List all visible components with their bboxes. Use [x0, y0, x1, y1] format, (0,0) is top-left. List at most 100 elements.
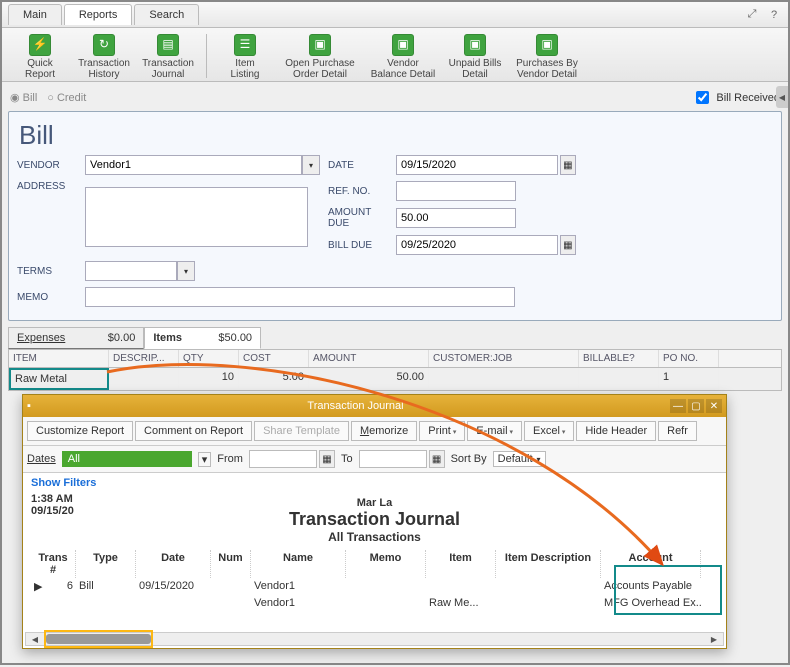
- journal-icon: ▤: [157, 34, 179, 56]
- to-date-field[interactable]: [359, 450, 427, 468]
- reports-toolbar: ⚡ QuickReport ↻ TransactionHistory ▤ Tra…: [2, 28, 788, 82]
- unpaid-bills-label: Unpaid BillsDetail: [449, 58, 502, 80]
- refresh-button[interactable]: Refr: [658, 421, 697, 441]
- date-field[interactable]: [396, 155, 558, 175]
- customize-report-button[interactable]: Customize Report: [27, 421, 133, 441]
- scroll-right-icon[interactable]: ▶: [707, 633, 721, 645]
- print-button[interactable]: Print: [419, 421, 465, 441]
- cell-qty[interactable]: 10: [179, 368, 239, 390]
- expenses-tab[interactable]: Expenses $0.00: [8, 327, 144, 349]
- report-row-1[interactable]: ▶6 Bill 09/15/2020 Vendor1 Accounts Paya…: [31, 578, 718, 595]
- cell-billable[interactable]: [579, 368, 659, 390]
- items-tab[interactable]: Items $50.00: [144, 327, 261, 349]
- cell-desc[interactable]: [109, 368, 179, 390]
- tab-search[interactable]: Search: [134, 4, 199, 25]
- hide-header-button[interactable]: Hide Header: [576, 421, 656, 441]
- maximize-icon[interactable]: ▢: [688, 399, 704, 413]
- bill-due-calendar-icon[interactable]: ▦: [560, 235, 576, 255]
- scroll-thumb[interactable]: [46, 634, 151, 644]
- transaction-history-button[interactable]: ↻ TransactionHistory: [72, 32, 136, 82]
- bill-radio[interactable]: ◉Bill: [10, 91, 37, 104]
- address-label: ADDRESS: [17, 181, 77, 192]
- cell-customer[interactable]: [429, 368, 579, 390]
- purchases-by-vendor-button[interactable]: ▣ Purchases ByVendor Detail: [507, 32, 587, 82]
- open-po-detail-button[interactable]: ▣ Open PurchaseOrder Detail: [277, 32, 363, 82]
- item-listing-icon: ☰: [234, 34, 256, 56]
- unpaid-bills-icon: ▣: [464, 34, 486, 56]
- col-type[interactable]: Type: [76, 550, 136, 578]
- expenses-tab-label: Expenses: [17, 332, 65, 344]
- bill-received-checkbox[interactable]: [696, 91, 709, 104]
- email-button[interactable]: E-mail: [467, 421, 522, 441]
- col-amount: AMOUNT: [309, 350, 429, 367]
- cell-amount[interactable]: 50.00: [309, 368, 429, 390]
- tab-main[interactable]: Main: [8, 4, 62, 25]
- items-grid-row[interactable]: Raw Metal 10 5.00 50.00 1: [8, 367, 782, 391]
- purchases-icon: ▣: [536, 34, 558, 56]
- to-label: To: [341, 453, 353, 465]
- vendor-balance-button[interactable]: ▣ VendorBalance Detail: [363, 32, 443, 82]
- scroll-left-icon[interactable]: ◀: [28, 633, 42, 645]
- to-calendar-icon[interactable]: ▦: [429, 450, 445, 468]
- credit-radio-label: Credit: [57, 92, 86, 104]
- credit-radio[interactable]: ○Credit: [47, 92, 86, 104]
- close-icon[interactable]: ✕: [706, 399, 722, 413]
- vendor-field[interactable]: [85, 155, 302, 175]
- bill-due-label: BILL DUE: [328, 240, 388, 251]
- quick-report-button[interactable]: ⚡ QuickReport: [8, 32, 72, 82]
- from-calendar-icon[interactable]: ▦: [319, 450, 335, 468]
- report-title: Transaction Journal: [31, 509, 718, 530]
- col-itemdesc[interactable]: Item Description: [496, 550, 601, 578]
- report-row-2[interactable]: Vendor1 Raw Me... MFG Overhead Ex...: [31, 595, 718, 611]
- cell-po[interactable]: 1: [659, 368, 719, 390]
- transaction-journal-button[interactable]: ▤ TransactionJournal: [136, 32, 200, 82]
- col-date[interactable]: Date: [136, 550, 211, 578]
- cell-cost[interactable]: 5.00: [239, 368, 309, 390]
- from-date-field[interactable]: [249, 450, 317, 468]
- report-subtitle: All Transactions: [31, 530, 718, 544]
- tab-reports[interactable]: Reports: [64, 4, 133, 25]
- tj-horizontal-scrollbar[interactable]: ◀ ▶: [25, 632, 724, 646]
- items-amount: $50.00: [202, 332, 252, 344]
- col-memo[interactable]: Memo: [346, 550, 426, 578]
- memo-field[interactable]: [85, 287, 515, 307]
- vendor-dropdown-icon[interactable]: ▾: [302, 155, 320, 175]
- col-account[interactable]: Account: [601, 550, 701, 578]
- refno-field[interactable]: [396, 181, 516, 201]
- date-range-combo[interactable]: All: [62, 451, 192, 467]
- amount-due-field[interactable]: [396, 208, 516, 228]
- address-field[interactable]: [85, 187, 308, 247]
- side-collapse-handle[interactable]: ◀: [776, 86, 788, 108]
- excel-button[interactable]: Excel: [524, 421, 574, 441]
- sortby-combo[interactable]: Default▾: [493, 451, 546, 467]
- item-listing-button[interactable]: ☰ ItemListing: [213, 32, 277, 82]
- col-name[interactable]: Name: [251, 550, 346, 578]
- bill-form: Bill VENDOR ▾ DATE ▦ ADDRESS REF. NO. AM…: [8, 111, 782, 321]
- help-icon[interactable]: ?: [766, 7, 782, 23]
- vendor-balance-icon: ▣: [392, 34, 414, 56]
- items-tab-label: Items: [153, 332, 182, 344]
- bill-due-field[interactable]: [396, 235, 558, 255]
- bill-radio-label: Bill: [23, 92, 38, 104]
- memorize-button[interactable]: Memorize: [351, 421, 417, 441]
- transaction-history-label: TransactionHistory: [78, 58, 130, 80]
- col-billable: BILLABLE?: [579, 350, 659, 367]
- history-icon: ↻: [93, 34, 115, 56]
- terms-label: TERMS: [17, 266, 77, 277]
- show-filters-link[interactable]: Show Filters: [31, 477, 718, 489]
- terms-dropdown-icon[interactable]: ▾: [177, 261, 195, 281]
- open-po-label: Open PurchaseOrder Detail: [285, 58, 355, 80]
- date-calendar-icon[interactable]: ▦: [560, 155, 576, 175]
- date-range-dropdown-icon[interactable]: ▾: [198, 452, 212, 467]
- expand-icon[interactable]: ⤢: [744, 7, 760, 23]
- col-num[interactable]: Num: [211, 550, 251, 578]
- quick-report-icon: ⚡: [29, 34, 51, 56]
- minimize-icon[interactable]: —: [670, 399, 686, 413]
- col-item2[interactable]: Item: [426, 550, 496, 578]
- col-trans[interactable]: Trans #: [31, 550, 76, 578]
- cell-item[interactable]: Raw Metal: [9, 368, 109, 390]
- terms-field[interactable]: [85, 261, 177, 281]
- unpaid-bills-button[interactable]: ▣ Unpaid BillsDetail: [443, 32, 507, 82]
- col-desc: DESCRIP...: [109, 350, 179, 367]
- comment-report-button[interactable]: Comment on Report: [135, 421, 252, 441]
